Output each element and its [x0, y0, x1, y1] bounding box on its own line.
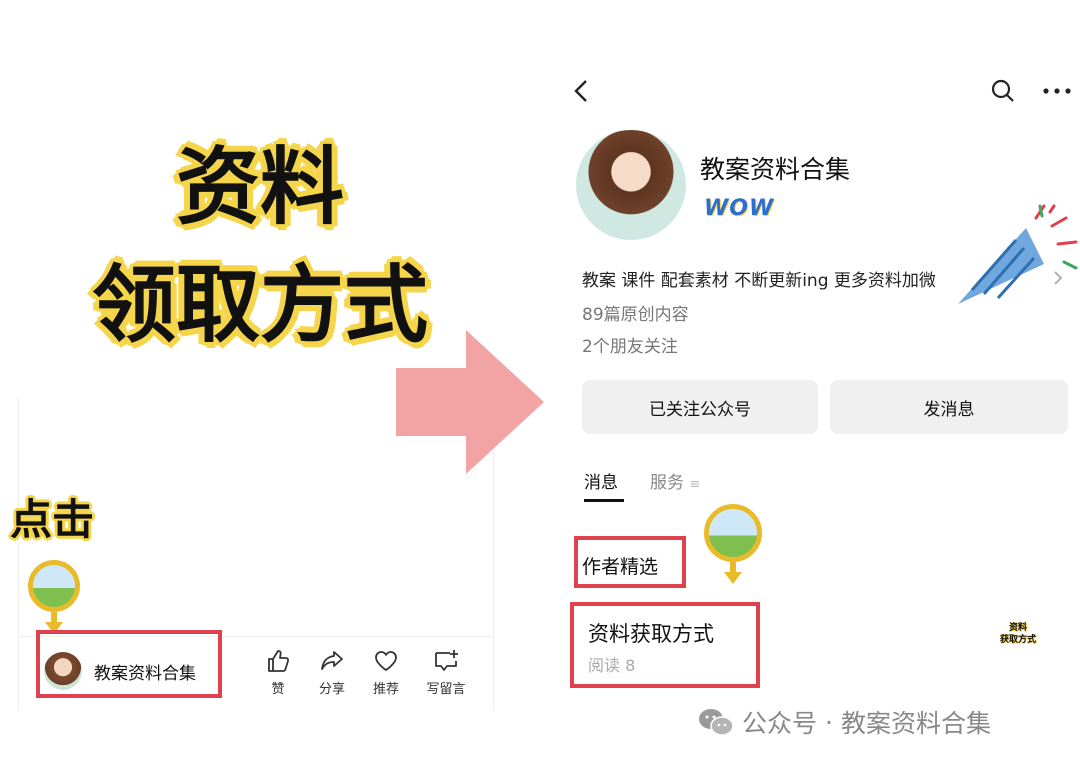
message-button[interactable]: 发消息: [830, 380, 1068, 434]
profile-name: 教案资料合集: [700, 155, 851, 184]
back-icon[interactable]: [572, 78, 592, 104]
share-label: 分享: [318, 682, 345, 697]
heart-icon: [375, 651, 397, 672]
big-arrow-icon: [396, 330, 544, 474]
account-name: 教案资料合集: [94, 663, 196, 684]
tab-messages[interactable]: 消息: [584, 468, 624, 502]
comment-button[interactable]: 写留言: [416, 648, 476, 697]
original-count: 89篇原创内容: [582, 305, 689, 325]
article-reads: 阅读 8: [588, 656, 636, 675]
pointer-marker-right: [704, 504, 762, 584]
comment-label: 写留言: [426, 682, 466, 697]
share-icon: [321, 651, 343, 670]
party-horn-icon: [958, 204, 1078, 304]
pointer-circle-icon: [28, 560, 80, 612]
article-title[interactable]: 资料获取方式: [588, 618, 714, 648]
more-icon[interactable]: [1042, 86, 1072, 96]
share-button[interactable]: 分享: [308, 648, 356, 697]
avatar: [44, 652, 82, 690]
title-line-1: 资料: [175, 138, 344, 236]
recommend-label: 推荐: [372, 682, 399, 697]
menu-lines-icon: ≡: [689, 477, 701, 492]
pointer-marker-left: [28, 560, 80, 634]
profile-description: 教案 课件 配套素材 不断更新ing 更多资料加微: [582, 271, 936, 291]
article-thumbnail[interactable]: 资料 获取方式: [998, 622, 1038, 646]
account-link[interactable]: 教案资料合集: [44, 652, 196, 690]
watermark-left: 公众号: [742, 709, 818, 738]
thumb-line-2: 获取方式: [999, 635, 1036, 645]
recommend-button[interactable]: 推荐: [362, 648, 410, 697]
follow-button[interactable]: 已关注公众号: [582, 380, 818, 434]
wow-badge: WOW: [704, 196, 775, 221]
chevron-right-icon[interactable]: [1052, 270, 1064, 286]
friends-following: 2个朋友关注: [582, 337, 678, 357]
thumb-line-1: 资料: [1008, 623, 1027, 633]
click-label: 点击: [10, 495, 95, 544]
post-actions: 赞 分享 推荐 写留言: [254, 648, 476, 697]
thumbs-up-icon: [268, 650, 290, 672]
like-label: 赞: [271, 682, 285, 697]
watermark-separator: ·: [825, 707, 833, 737]
pointer-circle-icon: [704, 504, 762, 562]
watermark: 公众号 · 教案资料合集: [698, 704, 991, 740]
section-label: 作者精选: [582, 556, 659, 578]
like-button[interactable]: 赞: [254, 648, 302, 697]
tab-services-label: 服务: [650, 473, 684, 493]
pointer-arrow-icon: [724, 572, 742, 584]
tab-services[interactable]: 服务 ≡: [650, 468, 700, 493]
profile-avatar: [576, 130, 686, 240]
wechat-icon: [699, 709, 734, 736]
comment-icon: [435, 650, 458, 671]
watermark-right: 教案资料合集: [840, 709, 991, 738]
search-icon[interactable]: [990, 78, 1016, 104]
